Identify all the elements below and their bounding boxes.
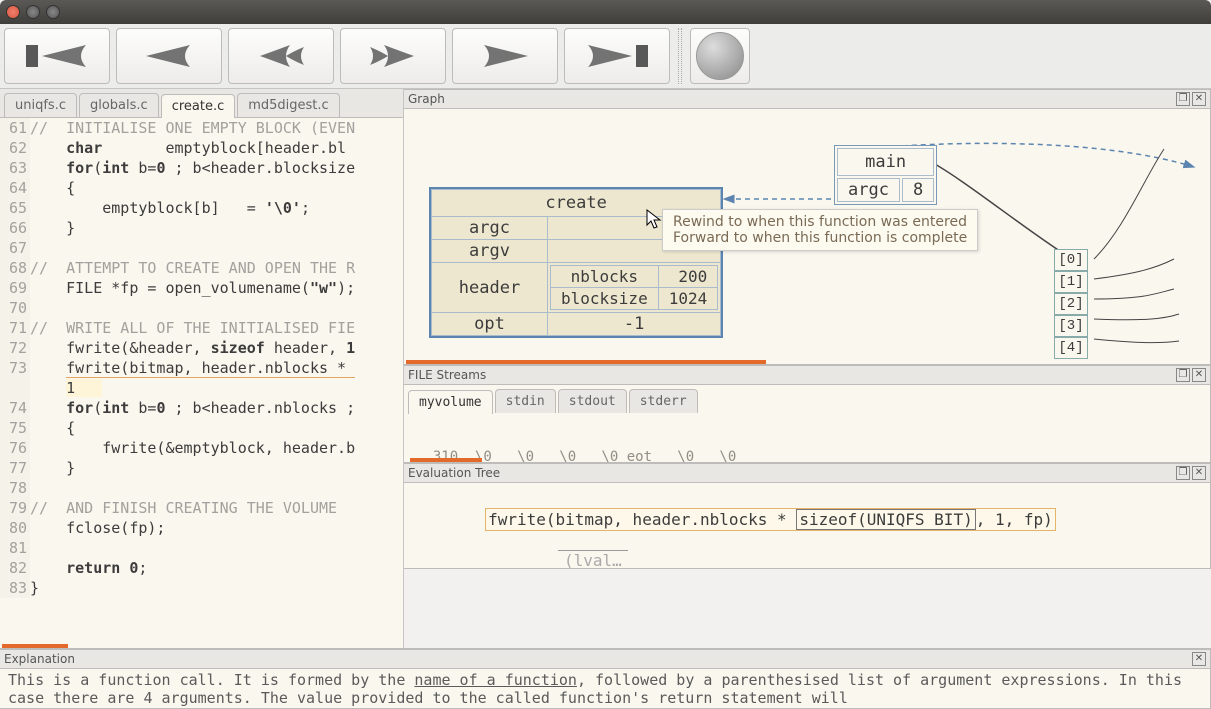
step-back-button[interactable] <box>116 28 222 84</box>
graph-array-cells: [0][1][2][3][4] <box>1054 249 1088 359</box>
graph-array-cell: [4] <box>1054 337 1088 359</box>
step-back-start-icon <box>22 41 92 71</box>
code-line: 75 { <box>0 418 403 438</box>
code-line: 72 fwrite(&header, sizeof header, 1 <box>0 338 403 358</box>
code-line: 71// WRITE ALL OF THE INITIALISED FIE <box>0 318 403 338</box>
code-line: 74 for(int b=0 ; b<header.nblocks ; <box>0 398 403 418</box>
run-button[interactable] <box>690 28 750 84</box>
eval-expression: fwrite(bitmap, header.nblocks * sizeof(U… <box>485 508 1056 531</box>
code-line: 81 <box>0 538 403 558</box>
step-over-icon <box>470 41 540 71</box>
explanation-panel-header: Explanation ✕ <box>0 649 1211 669</box>
graph-array-cell: [0] <box>1054 249 1088 271</box>
step-to-end-icon <box>582 41 652 71</box>
streams-tab-stdout[interactable]: stdout <box>558 389 627 413</box>
streams-close-button[interactable]: ✕ <box>1192 368 1206 382</box>
graph-close-button[interactable]: ✕ <box>1192 92 1206 106</box>
window-titlebar <box>0 0 1211 24</box>
eval-close-button[interactable]: ✕ <box>1192 466 1206 480</box>
streams-tabstrip: myvolumestdinstdoutstderr <box>404 385 1210 413</box>
code-editor-panel: uniqfs.cglobals.ccreate.cmd5digest.c 61/… <box>0 89 404 648</box>
graph-node-main-title: main <box>837 148 934 176</box>
main-toolbar <box>0 24 1211 89</box>
streams-tab-myvolume[interactable]: myvolume <box>408 390 493 414</box>
explanation-panel: Explanation ✕ This is a function call. I… <box>0 648 1211 709</box>
code-line: 82 return 0; <box>0 558 403 578</box>
code-line: 63 for(int b=0 ; b<header.blocksize <box>0 158 403 178</box>
step-back-start-button[interactable] <box>4 28 110 84</box>
streams-content[interactable]: 310 \0 \0 \0 \0 eot \0 \0 \0 \0 \0 \0 \0… <box>404 413 1210 463</box>
toolbar-separator <box>678 28 682 84</box>
eval-sub1: (lval… <box>558 550 628 569</box>
code-view[interactable]: 61// INITIALISE ONE EMPTY BLOCK (EVEN62 … <box>0 118 403 648</box>
code-line: 67 <box>0 238 403 258</box>
streams-panel-title: FILE Streams <box>408 368 486 382</box>
step-in-icon <box>358 41 428 71</box>
eval-panel-title: Evaluation Tree <box>408 466 500 480</box>
code-line: 76 fwrite(&emptyblock, header.b <box>0 438 403 458</box>
step-over-button[interactable] <box>452 28 558 84</box>
graph-array-cell: [2] <box>1054 293 1088 315</box>
step-back-in-icon <box>246 41 316 71</box>
code-line: 83} <box>0 578 403 598</box>
code-line: 73 fwrite(bitmap, header.nblocks * <box>0 358 403 378</box>
code-line: 62 char emptyblock[header.bl <box>0 138 403 158</box>
editor-tab-uniqfsc[interactable]: uniqfs.c <box>4 93 77 117</box>
graph-tooltip: Rewind to when this function was entered… <box>662 209 978 251</box>
streams-panel-body: myvolumestdinstdoutstderr 310 \0 \0 \0 \… <box>404 385 1211 463</box>
streams-panel-header: FILE Streams ❐ ✕ <box>404 365 1211 385</box>
code-line: 78 <box>0 478 403 498</box>
eval-panel-header: Evaluation Tree ❐ ✕ <box>404 463 1211 483</box>
graph-panel-header: Graph ❐ ✕ <box>404 89 1211 109</box>
explanation-panel-title: Explanation <box>4 652 75 666</box>
graph-undock-button[interactable]: ❐ <box>1176 92 1190 106</box>
step-back-in-button[interactable] <box>228 28 334 84</box>
explanation-link[interactable]: name of a function <box>414 671 577 689</box>
code-line: 69 FILE *fp = open_volumename("w"); <box>0 278 403 298</box>
graph-panel-body[interactable]: main argc8 create argc7 argv header nblo… <box>404 109 1211 365</box>
step-in-button[interactable] <box>340 28 446 84</box>
code-line: 66 } <box>0 218 403 238</box>
code-line: 77 } <box>0 458 403 478</box>
code-line: 79// AND FINISH CREATING THE VOLUME <box>0 498 403 518</box>
editor-tab-globalsc[interactable]: globals.c <box>79 93 159 117</box>
graph-array-cell: [1] <box>1054 271 1088 293</box>
streams-tab-stdin[interactable]: stdin <box>495 389 556 413</box>
explanation-close-button[interactable]: ✕ <box>1192 652 1206 666</box>
graph-node-main[interactable]: main argc8 <box>834 145 937 205</box>
window-maximize-icon[interactable] <box>46 5 60 19</box>
streams-undock-button[interactable]: ❐ <box>1176 368 1190 382</box>
code-line: 70 <box>0 298 403 318</box>
graph-panel-title: Graph <box>408 92 445 106</box>
eval-panel-body[interactable]: fwrite(bitmap, header.nblocks * sizeof(U… <box>404 483 1211 569</box>
editor-tab-createc[interactable]: create.c <box>161 94 236 118</box>
window-close-icon[interactable] <box>6 5 20 19</box>
graph-array-cell: [3] <box>1054 315 1088 337</box>
code-line: 61// INITIALISE ONE EMPTY BLOCK (EVEN <box>0 118 403 138</box>
streams-tab-stderr[interactable]: stderr <box>629 389 698 413</box>
window-minimize-icon[interactable] <box>26 5 40 19</box>
code-line: 64 { <box>0 178 403 198</box>
code-line: 65 emptyblock[b] = '\0'; <box>0 198 403 218</box>
code-line: 80 fclose(fp); <box>0 518 403 538</box>
explanation-body: This is a function call. It is formed by… <box>0 669 1211 709</box>
step-back-icon <box>134 41 204 71</box>
step-to-end-button[interactable] <box>564 28 670 84</box>
eval-undock-button[interactable]: ❐ <box>1176 466 1190 480</box>
run-sphere-icon <box>696 32 744 80</box>
code-line: 68// ATTEMPT TO CREATE AND OPEN THE R <box>0 258 403 278</box>
editor-tabstrip: uniqfs.cglobals.ccreate.cmd5digest.c <box>0 89 403 118</box>
editor-tab-md5digestc[interactable]: md5digest.c <box>237 93 339 117</box>
